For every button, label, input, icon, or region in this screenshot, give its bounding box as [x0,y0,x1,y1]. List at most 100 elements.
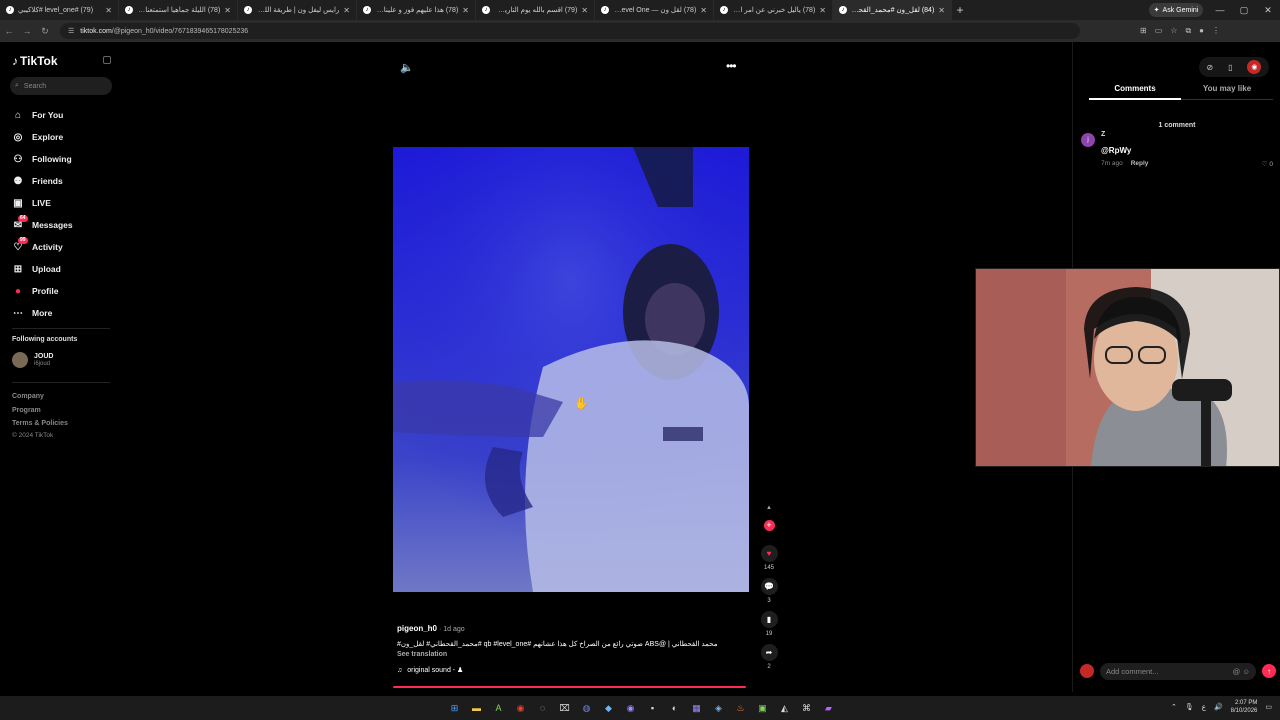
bookmark-icon: ▮ [766,615,772,624]
app-icon[interactable]: ▣ [754,700,771,716]
comment-input[interactable]: Add comment... @ ☺ [1100,662,1256,680]
app-icon[interactable]: ▪ [644,700,661,716]
translate-icon[interactable]: ⊞ [1140,26,1147,36]
footer-program-link[interactable]: Program [12,404,68,418]
close-tab-icon[interactable]: ✕ [938,6,945,15]
close-window-icon[interactable]: ✕ [1256,0,1280,20]
volume-icon[interactable]: 🔊 [1214,703,1223,711]
browser-menu-icon[interactable]: ⋮ [1212,26,1220,36]
browser-tab[interactable]: ♪ (78) لقل ون — Level One تشكيلة...✕ [595,0,714,20]
app-icon[interactable]: A [490,700,507,716]
video-player[interactable] [393,147,749,592]
browser-tab[interactable]: ♪ رايس ليفل ون | طريقة اللعب وت...✕ [238,0,357,20]
mic-icon[interactable]: 🎙 [1185,703,1194,711]
chevron-up-icon[interactable]: ⌃ [1171,703,1177,711]
site-info-icon[interactable]: ☰ [68,27,74,35]
fire-icon[interactable]: ♨ [732,700,749,716]
forward-icon[interactable]: → [18,26,36,36]
cast-icon[interactable]: ▭ [1155,26,1163,36]
close-tab-icon[interactable]: ✕ [819,6,826,15]
device-icon[interactable]: ▯ [1228,63,1232,72]
search-input[interactable]: ⌕ Search [10,77,112,95]
url-field[interactable]: ☰ tiktok.com/@pigeon_h0/video/7671839465… [60,23,1080,39]
footer-terms-link[interactable]: Terms & Policies [12,417,68,431]
share-button[interactable]: ➦ [760,644,778,661]
comment-like-button[interactable]: ♡ 0 [1262,160,1273,168]
app-icon[interactable]: ◉ [622,700,639,716]
close-tab-icon[interactable]: ✕ [581,6,588,15]
app-icon[interactable]: ◈ [710,700,727,716]
video-progress-bar[interactable] [393,686,746,688]
file-explorer-icon[interactable]: ▬ [468,700,485,716]
sidebar-item-live[interactable]: ▣ LIVE [12,192,73,214]
close-tab-icon[interactable]: ✕ [700,6,707,15]
comment-user[interactable]: Z [1101,131,1105,138]
sidebar-item-profile[interactable]: ● Profile [12,280,73,302]
close-tab-icon[interactable]: ✕ [105,6,112,15]
send-comment-button[interactable]: ↑ [1262,664,1276,678]
browser-tab[interactable]: ♪ (79) اقسم بالله يوم التاريخ يا بقر...✕ [476,0,595,20]
sidebar-item-following[interactable]: ⚇ Following [12,148,73,170]
back-icon[interactable]: ← [0,26,18,36]
avatar[interactable]: ◉ [1247,60,1262,74]
tab-comments[interactable]: Comments [1089,84,1181,100]
more-options-icon[interactable]: ••• [726,59,737,73]
windows-start-icon[interactable]: ⊞ [446,700,463,716]
following-account-item[interactable]: JOUD i6joud [12,352,53,368]
sidebar-item-explore[interactable]: ◎ Explore [12,126,73,148]
minimize-icon[interactable]: — [1208,0,1232,20]
new-tab-button[interactable]: + [952,3,968,17]
ask-gemini-button[interactable]: ✦ Ask Gemini [1149,3,1203,17]
emoji-icon[interactable]: ☺ [1242,667,1250,676]
sidebar-item-friends[interactable]: ⚉ Friends [12,170,73,192]
volume-icon[interactable]: 🔈 [400,61,414,74]
app-icon[interactable]: ▰ [820,700,837,716]
compass-icon[interactable]: ⊘ [1206,63,1213,72]
tiktok-logo[interactable]: ♪ TikTok [12,54,58,68]
comment-button[interactable]: 💬 [760,578,778,595]
reply-button[interactable]: Reply [1131,160,1149,167]
browser-tab[interactable]: ♪ (78) ياليل خبرني عن امر المعاناة...✕ [714,0,833,20]
browser-tab-active[interactable]: ♪ (84) لقل_ون #محمد_القحطا... ✕ [833,0,952,20]
avatar[interactable]: j [1081,133,1095,147]
browser-tab[interactable]: ♪ (78) الليلة جماهيا استمتعنا فيها جداً✕ [119,0,238,20]
chrome-icon[interactable]: ◉ [512,700,529,716]
profile-icon[interactable]: ● [1199,26,1204,36]
tab-you-may-like[interactable]: You may like [1181,84,1273,100]
maximize-icon[interactable]: ▢ [1232,0,1256,20]
sidebar-item-for-you[interactable]: ⌂ For You [12,104,73,126]
notification-icon[interactable]: ▭ [1265,703,1272,711]
close-tab-icon[interactable]: ✕ [224,6,231,15]
like-button[interactable]: ♥ [760,545,778,562]
steam-icon[interactable]: ◆ [600,700,617,716]
app-icon[interactable]: ◐ [666,700,683,716]
extensions-icon[interactable]: ⧉ [1185,26,1191,36]
grid-app-icon[interactable]: ▦ [688,700,705,716]
save-button[interactable]: ▮ [760,611,778,628]
clock[interactable]: 2:07 PM 8/10/2026 [1231,699,1258,715]
original-sound-link[interactable]: ♫ original sound - ♟ [397,666,747,675]
see-translation-link[interactable]: See translation [397,651,747,658]
sidebar-nav: ⌂ For You ◎ Explore ⚇ Following ⚉ Friends ▣ L… [12,104,73,324]
reload-icon[interactable]: ↻ [36,26,54,37]
video-author[interactable]: pigeon_h0 · 1d ago [397,624,747,633]
sidebar-item-upload[interactable]: ⊞ Upload [12,258,73,280]
close-tab-icon[interactable]: ✕ [462,6,469,15]
app-icon[interactable]: ⌧ [556,700,573,716]
follow-plus-button[interactable]: + [763,520,775,531]
language-indicator[interactable]: ع [1202,703,1206,711]
discord-icon[interactable]: ◍ [578,700,595,716]
bookmark-star-icon[interactable]: ☆ [1170,26,1177,36]
app-icon[interactable]: ◭ [776,700,793,716]
sidebar-item-more[interactable]: ⋯ More [12,302,73,324]
browser-tab[interactable]: ♪ (78) هذا عليهم فوز و علينا الخ... ✕ [357,0,476,20]
mention-icon[interactable]: @ [1233,667,1241,676]
footer-company-link[interactable]: Company [12,390,68,404]
collapse-sidebar-icon[interactable] [103,56,111,64]
app-icon[interactable]: ◌ [534,700,551,716]
sidebar-item-activity[interactable]: ♡ 99 Activity [12,236,73,258]
browser-tab[interactable]: ♪ (79) #level_one #كلاكيبي ✕ [0,0,119,20]
sidebar-item-messages[interactable]: ✉ 64 Messages [12,214,73,236]
gamepad-icon[interactable]: ⌘ [798,700,815,716]
close-tab-icon[interactable]: ✕ [343,6,350,15]
